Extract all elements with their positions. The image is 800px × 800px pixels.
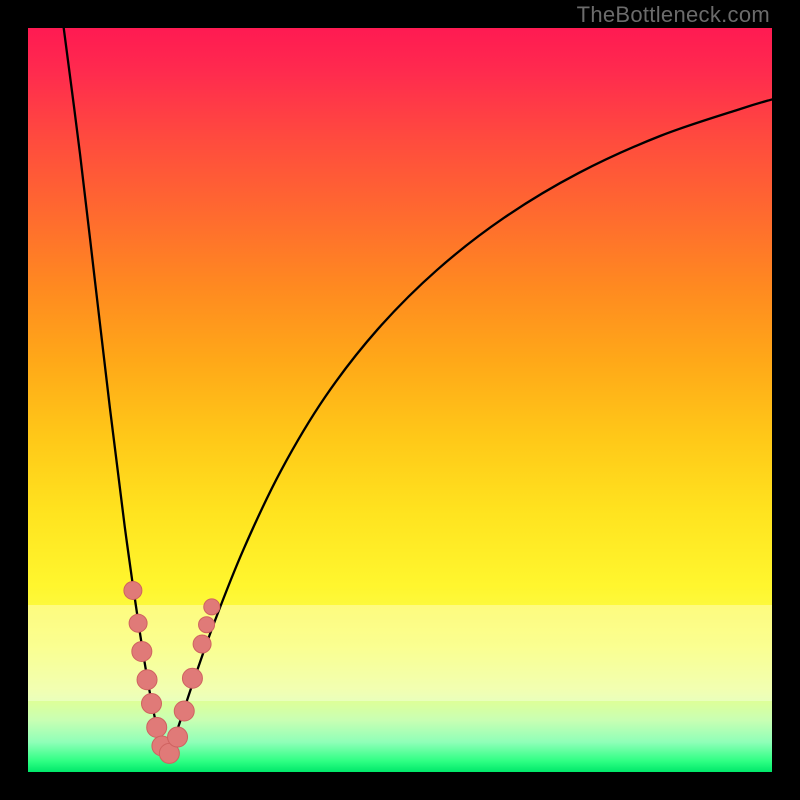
marker-point-8 <box>168 727 188 747</box>
watermark-text: TheBottleneck.com <box>577 2 770 28</box>
marker-point-5 <box>147 717 167 737</box>
marker-point-3 <box>137 670 157 690</box>
plot-area <box>28 28 772 772</box>
marker-point-0 <box>124 581 142 599</box>
marker-point-2 <box>132 641 152 661</box>
marker-point-12 <box>199 617 215 633</box>
marker-point-13 <box>204 599 220 615</box>
chart-frame: TheBottleneck.com <box>0 0 800 800</box>
marker-point-9 <box>174 701 194 721</box>
marker-point-1 <box>129 614 147 632</box>
marker-cluster <box>28 28 772 772</box>
marker-point-10 <box>182 668 202 688</box>
marker-point-11 <box>193 635 211 653</box>
marker-point-4 <box>142 694 162 714</box>
